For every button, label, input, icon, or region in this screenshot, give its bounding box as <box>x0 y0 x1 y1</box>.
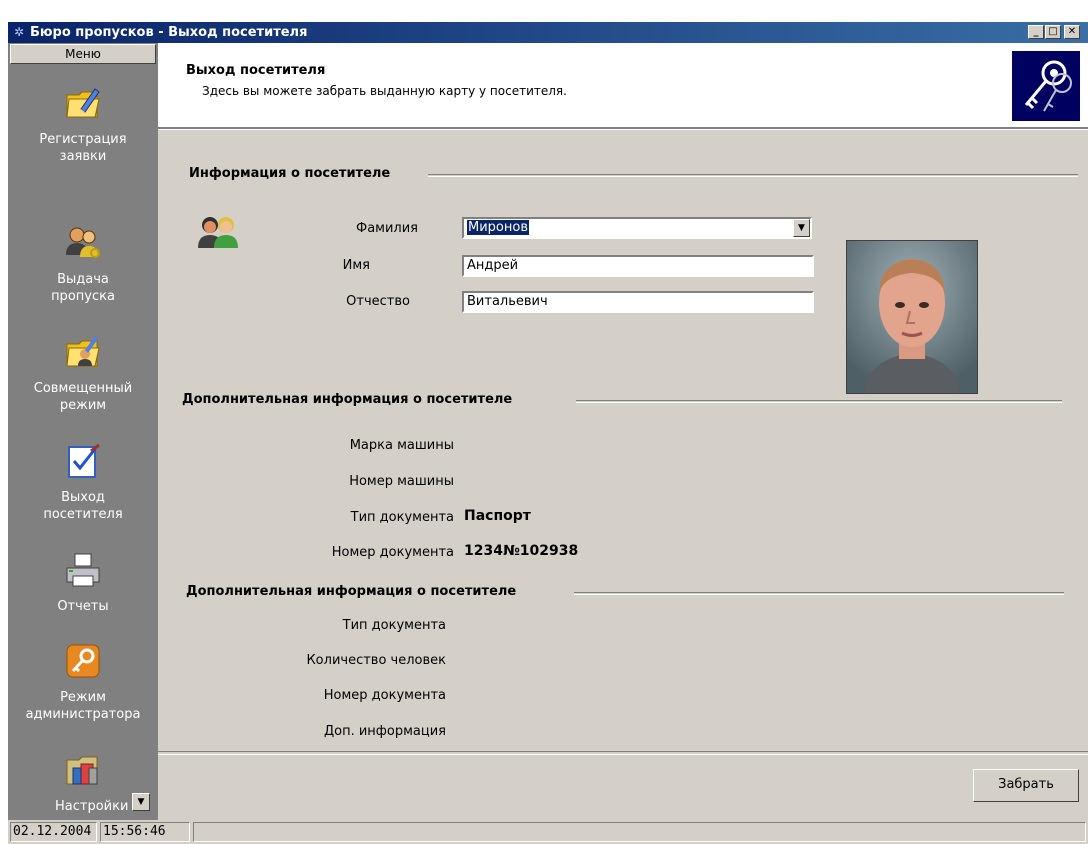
status-bar: 02.12.2004 15:56:46 <box>8 821 1088 844</box>
settings-folder-icon <box>66 756 98 785</box>
window-title: Бюро пропусков - Выход посетителя <box>30 25 308 40</box>
sidebar-item-admin-mode[interactable]: Режим администратора <box>8 641 158 723</box>
car-number-label: Номер машины <box>349 474 454 489</box>
close-button[interactable]: ✕ <box>1064 25 1080 39</box>
take-card-button[interactable]: Забрать <box>973 769 1079 802</box>
additional-info-title: Дополнительная информация о посетителе <box>182 392 519 407</box>
sidebar-scroll-down-button[interactable]: ▼ <box>132 793 150 811</box>
doc-number-label: Номер документа <box>331 545 454 560</box>
doc-type-value: Паспорт <box>464 508 531 524</box>
car-brand-label: Марка машины <box>349 438 454 453</box>
patronymic-field[interactable]: Витальевич <box>462 291 814 313</box>
folder-users-icon <box>66 336 100 367</box>
menu-header[interactable]: Меню <box>10 44 156 64</box>
additional-info-title-2: Дополнительная информация о посетителе <box>186 584 523 599</box>
sidebar-item-visitor-exit[interactable]: Выход посетителя <box>8 441 158 523</box>
people-count-label: Количество человек <box>306 653 446 668</box>
doc-number-label-2: Номер документа <box>323 688 446 703</box>
users-key-icon <box>66 227 100 258</box>
name-field[interactable]: Андрей <box>462 255 814 277</box>
minimize-button[interactable]: _ <box>1028 25 1044 39</box>
doc-type-label: Тип документа <box>350 510 454 525</box>
sidebar-item-label: администратора <box>25 707 141 722</box>
surname-combobox[interactable]: Миронов ▼ <box>462 217 812 239</box>
chevron-down-icon[interactable]: ▼ <box>793 219 810 237</box>
sidebar-item-label: пропуска <box>51 289 115 304</box>
title-bar[interactable]: ✲ Бюро пропусков - Выход посетителя _ □ … <box>8 22 1088 43</box>
sidebar-item-combined-mode[interactable]: Совмещенный режим <box>8 332 158 414</box>
status-date: 02.12.2004 <box>10 822 97 842</box>
sidebar: Меню Регистрация заявки Выдача пропуска <box>8 43 158 820</box>
sidebar-item-label: Режим <box>60 690 106 705</box>
main-content: Информация о посетителе Фамилия Миронов … <box>158 130 1088 750</box>
surname-value: Миронов <box>467 220 529 235</box>
doc-number-value: 1234№102938 <box>464 543 579 559</box>
key-icon <box>66 644 100 678</box>
sidebar-item-label: режим <box>59 398 107 413</box>
doc-type-label-2: Тип документа <box>342 618 446 633</box>
checklist-icon <box>68 443 100 478</box>
keys-icon <box>1012 51 1080 121</box>
page-description: Здесь вы можете забрать выданную карту у… <box>202 84 567 98</box>
sidebar-item-label: Регистрация <box>39 132 127 147</box>
sidebar-item-registration[interactable]: Регистрация заявки <box>8 83 158 165</box>
folder-pen-icon <box>66 88 100 118</box>
app-window: ✲ Бюро пропусков - Выход посетителя _ □ … <box>8 22 1088 844</box>
sidebar-item-label: Совмещенный <box>33 381 133 396</box>
status-panel <box>193 822 1086 842</box>
sidebar-item-pass-issue[interactable]: Выдача пропуска <box>8 223 158 305</box>
footer-divider <box>158 751 1088 755</box>
section-divider <box>574 592 1064 595</box>
visitor-photo <box>846 240 978 394</box>
app-icon: ✲ <box>14 25 25 39</box>
page-header: Выход посетителя Здесь вы можете забрать… <box>158 43 1088 127</box>
status-time: 15:56:46 <box>100 822 190 842</box>
sidebar-item-label: Отчеты <box>57 599 109 614</box>
sidebar-item-reports[interactable]: Отчеты <box>8 550 158 615</box>
maximize-button[interactable]: □ <box>1045 25 1061 39</box>
sidebar-item-label: Выход <box>61 490 105 505</box>
sidebar-item-label: посетителя <box>43 507 123 522</box>
visitors-icon <box>196 214 240 254</box>
visitor-info-title: Информация о посетителе <box>189 166 397 181</box>
sidebar-item-label: заявки <box>59 149 107 164</box>
patronymic-label: Отчество <box>346 294 410 309</box>
printer-icon <box>66 553 100 587</box>
section-divider <box>428 174 1078 177</box>
name-label: Имя <box>342 258 370 273</box>
extra-info-label: Доп. информация <box>323 724 446 739</box>
sidebar-item-label: Выдача <box>57 272 109 287</box>
section-divider <box>576 400 1062 403</box>
surname-label: Фамилия <box>356 221 418 236</box>
page-title: Выход посетителя <box>186 63 326 78</box>
